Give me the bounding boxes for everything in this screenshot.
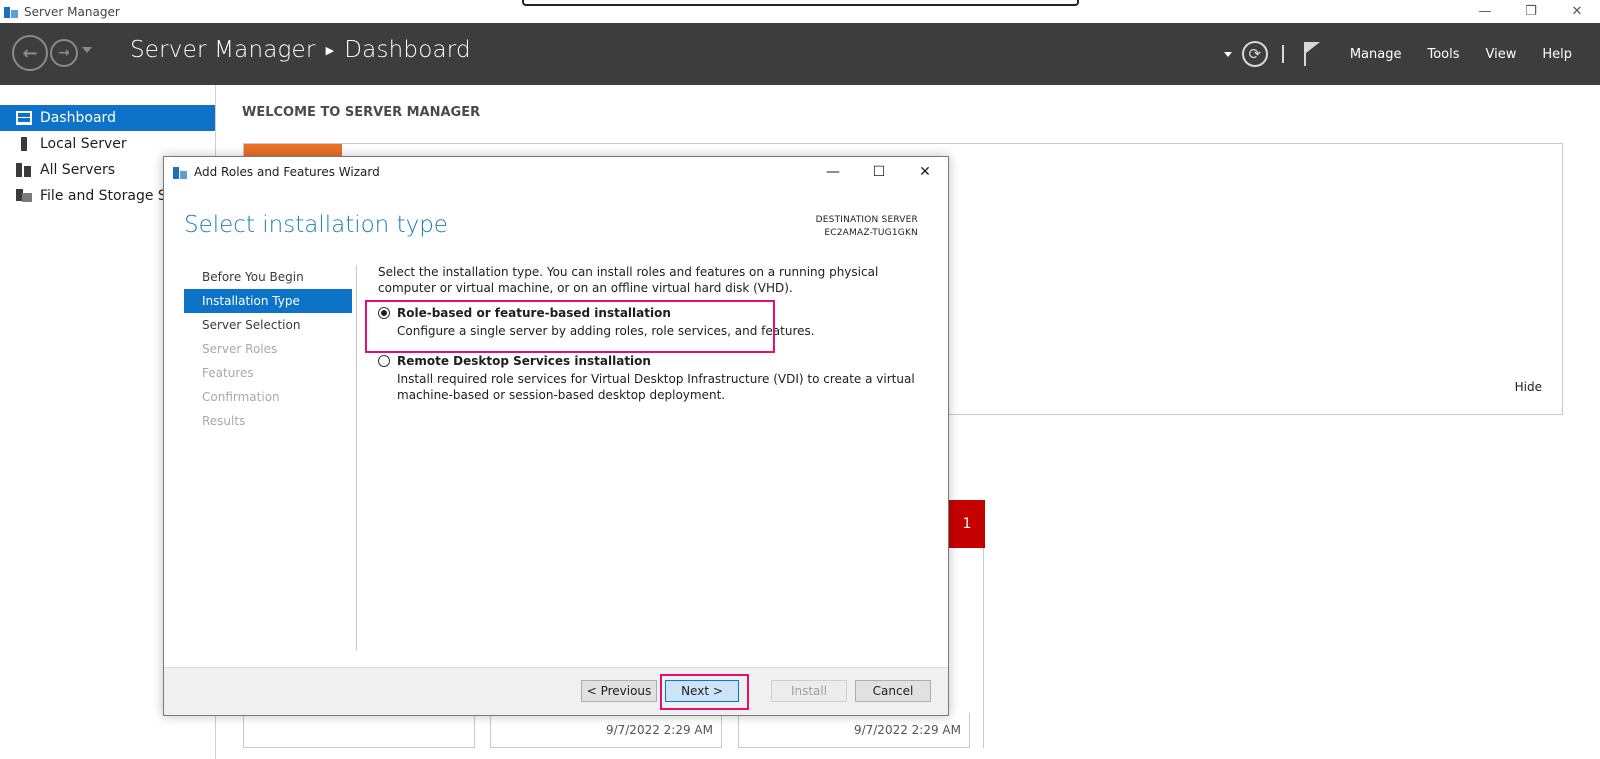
toolbar-divider — [1281, 45, 1284, 63]
header-toolbar: ⟳ Manage Tools View Help — [1223, 23, 1600, 85]
dialog-minimize-button[interactable]: — — [810, 157, 856, 187]
dialog-titlebar: Add Roles and Features Wizard — ☐ ✕ — [164, 157, 948, 187]
wizard-icon — [173, 166, 187, 179]
file-storage-icon — [16, 189, 32, 203]
breadcrumb-separator-icon: ▶ — [325, 43, 335, 57]
steps-divider — [356, 265, 357, 651]
wizard-steps: Before You Begin Installation Type Serve… — [184, 265, 352, 433]
server-tile[interactable]: 9/7/2022 2:29 AM — [490, 713, 722, 748]
destination-name: EC2AMAZ-TUG1GKN — [824, 228, 918, 238]
option-remote-desktop[interactable]: Remote Desktop Services installation Ins… — [378, 354, 938, 403]
breadcrumb-page: Dashboard — [344, 37, 471, 63]
sidebar-item-dashboard[interactable]: Dashboard — [0, 105, 215, 131]
refresh-icon[interactable]: ⟳ — [1241, 41, 1268, 67]
server-tile[interactable]: 9/7/2022 2:29 AM — [738, 713, 970, 748]
dialog-close-button[interactable]: ✕ — [902, 157, 948, 187]
highlight-next-button — [660, 674, 749, 710]
install-button: Install — [771, 680, 847, 702]
step-server-selection[interactable]: Server Selection — [184, 313, 352, 337]
dashboard-icon — [16, 111, 32, 125]
page-title: Select installation type — [184, 212, 448, 238]
step-features: Features — [202, 366, 254, 380]
step-results: Results — [202, 414, 246, 428]
option-label: Remote Desktop Services installation — [397, 354, 651, 368]
server-tile[interactable] — [243, 713, 475, 748]
breadcrumb-app: Server Manager — [130, 37, 316, 63]
highlight-role-based-option — [365, 300, 775, 353]
step-confirmation: Confirmation — [202, 390, 280, 404]
welcome-heading: WELCOME TO SERVER MANAGER — [242, 105, 481, 120]
intro-text: Select the installation type. You can in… — [378, 265, 879, 295]
back-arrow-icon[interactable]: ← — [12, 35, 48, 71]
sidebar-item-label: Dashboard — [40, 110, 116, 126]
all-servers-icon — [16, 163, 32, 177]
menu-tools[interactable]: Tools — [1427, 47, 1459, 62]
cancel-button[interactable]: Cancel — [855, 680, 931, 702]
step-server-roles: Server Roles — [202, 342, 278, 356]
close-button[interactable]: ✕ — [1554, 0, 1600, 23]
window-controls: — ❐ ✕ — [1462, 0, 1600, 23]
dialog-title: Add Roles and Features Wizard — [194, 165, 380, 179]
previous-button[interactable]: < Previous — [581, 680, 657, 702]
menu-help[interactable]: Help — [1542, 47, 1572, 62]
sidebar-item-local-server[interactable]: Local Server — [0, 131, 215, 157]
app-header: ← → Server Manager ▶ Dashboard ⟳ Manage … — [0, 23, 1600, 85]
top-edge-bar — [522, 0, 1079, 6]
radio-remote-desktop[interactable] — [378, 355, 390, 367]
local-server-icon — [21, 137, 27, 151]
sidebar-item-label: All Servers — [40, 162, 116, 178]
wizard-content: Select the installation type. You can in… — [378, 264, 938, 402]
tile-timestamp: 9/7/2022 2:29 AM — [853, 723, 961, 737]
sidebar-item-label: File and Storage Ser — [40, 188, 182, 204]
hide-link[interactable]: Hide — [1515, 380, 1542, 394]
dialog-maximize-button[interactable]: ☐ — [856, 157, 902, 187]
destination-label: DESTINATION SERVER — [815, 215, 918, 225]
server-manager-icon — [4, 5, 18, 18]
dialog-controls: — ☐ ✕ — [810, 157, 948, 187]
tile-timestamp: 9/7/2022 2:29 AM — [605, 723, 713, 737]
step-installation-type[interactable]: Installation Type — [184, 289, 352, 313]
menu-manage[interactable]: Manage — [1350, 47, 1402, 62]
alert-count-badge[interactable]: 1 — [949, 500, 985, 548]
window-title: Server Manager — [24, 4, 120, 19]
minimize-button[interactable]: — — [1462, 0, 1508, 23]
add-roles-wizard-dialog: Add Roles and Features Wizard — ☐ ✕ Sele… — [163, 156, 949, 716]
header-dropdown-icon[interactable] — [1223, 51, 1232, 57]
sidebar-item-label: Local Server — [40, 136, 127, 152]
option-description: Install required role services for Virtu… — [397, 372, 915, 402]
history-dropdown-icon[interactable] — [82, 47, 92, 53]
menu-view[interactable]: View — [1486, 47, 1517, 62]
restore-button[interactable]: ❐ — [1508, 0, 1554, 23]
window-titlebar: Server Manager — ❐ ✕ — [0, 0, 1600, 23]
step-before-you-begin[interactable]: Before You Begin — [184, 265, 352, 289]
breadcrumb: Server Manager ▶ Dashboard — [130, 37, 471, 63]
destination-server: DESTINATION SERVER EC2AMAZ-TUG1GKN — [816, 214, 918, 240]
dialog-footer: < Previous Next > Install Cancel — [164, 667, 948, 715]
forward-arrow-icon[interactable]: → — [50, 39, 78, 67]
notifications-flag-icon[interactable] — [1302, 41, 1322, 67]
